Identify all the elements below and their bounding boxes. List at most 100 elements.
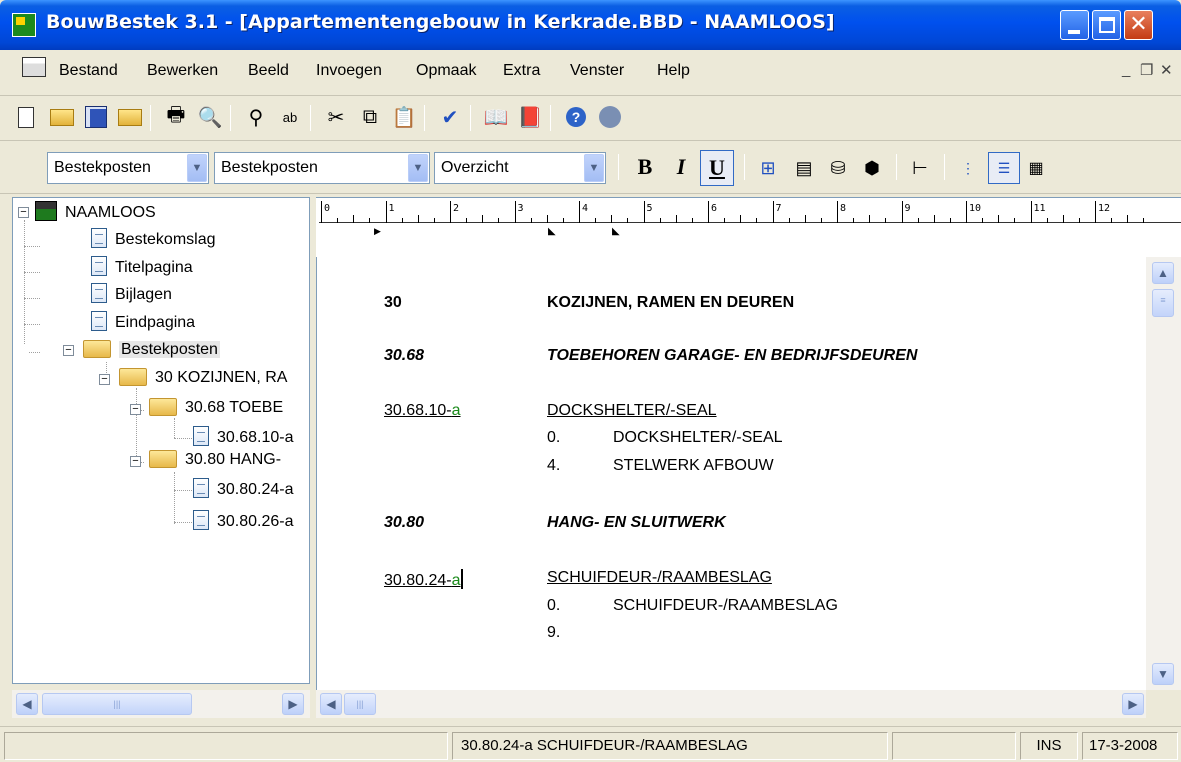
tree-item-30-80-24[interactable]: 30.80.24-a xyxy=(193,478,294,502)
scroll-thumb[interactable]: ≡ xyxy=(1152,289,1174,317)
collapse-icon[interactable]: − xyxy=(130,456,141,467)
menu-venster[interactable]: Venster xyxy=(570,62,624,80)
bold-button[interactable]: B xyxy=(628,150,662,186)
tree-item-30-80-26[interactable]: 30.80.26-a xyxy=(193,510,294,534)
replace-icon[interactable]: ab xyxy=(274,101,306,133)
tree-item-30-80[interactable]: 30.80 HANG- xyxy=(149,448,281,472)
new-icon[interactable] xyxy=(10,101,42,133)
close-button[interactable]: ✕ xyxy=(1124,10,1153,40)
line-text: STELWERK AFBOUW xyxy=(613,457,774,474)
insert-item-icon[interactable]: ⊞ xyxy=(752,152,784,184)
mdi-restore-icon[interactable]: ❐ xyxy=(1140,61,1153,79)
document-horizontal-scrollbar[interactable]: ◀ ||| ▶ xyxy=(316,690,1146,718)
ruler-minor-tick xyxy=(756,218,758,223)
open-icon[interactable] xyxy=(46,101,78,133)
tree-root[interactable]: NAAMLOOS xyxy=(35,201,156,225)
collapse-icon[interactable]: − xyxy=(18,207,29,218)
book-icon[interactable]: 📖 xyxy=(480,101,512,133)
project-icon xyxy=(35,201,57,221)
document-vertical-scrollbar[interactable]: ▲ ≡ ▼ xyxy=(1146,257,1181,690)
view-combo-3[interactable]: Overzicht ▼ xyxy=(434,152,606,184)
indent-marker-icon[interactable]: ▶ xyxy=(374,226,381,237)
scroll-left-icon[interactable]: ◀ xyxy=(320,693,342,715)
tree-horizontal-scrollbar[interactable]: ◀ ||| ▶ xyxy=(12,690,310,718)
tree-item-bestekomslag[interactable]: Bestekomslag xyxy=(91,228,216,252)
tree-item-eindpagina[interactable]: Eindpagina xyxy=(91,311,195,335)
paste-icon[interactable]: 📋 xyxy=(388,101,420,133)
collapse-icon[interactable]: − xyxy=(63,345,74,356)
scroll-right-icon[interactable]: ▶ xyxy=(282,693,304,715)
tab-marker-icon[interactable]: ◣ xyxy=(612,226,620,237)
scroll-left-icon[interactable]: ◀ xyxy=(16,693,38,715)
title-bar[interactable]: BouwBestek 3.1 - [Appartementengebouw in… xyxy=(0,0,1181,50)
line-number: 4. xyxy=(547,457,561,474)
document-area[interactable]: 30 KOZIJNEN, RAMEN EN DEUREN 30.68 TOEBE… xyxy=(316,257,1146,690)
tree-item-30-68[interactable]: 30.68 TOEBE xyxy=(149,396,283,420)
italic-button[interactable]: I xyxy=(664,150,698,186)
book2-icon[interactable]: 📕 xyxy=(514,101,546,133)
scroll-thumb[interactable]: ||| xyxy=(344,693,376,715)
underline-button[interactable]: U xyxy=(700,150,734,186)
scroll-down-icon[interactable]: ▼ xyxy=(1152,663,1174,685)
tree-label: Bijlagen xyxy=(115,286,172,303)
open-folder-icon[interactable] xyxy=(114,101,146,133)
scroll-right-icon[interactable]: ▶ xyxy=(1122,693,1144,715)
list-view-icon[interactable]: ☰ xyxy=(988,152,1020,184)
collapse-icon[interactable]: − xyxy=(130,404,141,415)
cut-icon[interactable]: ✂ xyxy=(320,101,352,133)
toolbar-separator xyxy=(230,105,231,131)
toolbar-separator xyxy=(944,154,945,180)
grid-view-icon[interactable]: ▦ xyxy=(1020,152,1052,184)
tree-view-icon[interactable]: ⊢ xyxy=(904,152,936,184)
item-suffix: a xyxy=(451,402,461,419)
menu-bestand[interactable]: Bestand xyxy=(59,62,118,80)
menu-invoegen[interactable]: Invoegen xyxy=(316,62,382,80)
chevron-down-icon[interactable]: ▼ xyxy=(408,154,428,182)
app-icon xyxy=(12,13,36,37)
document-view-icon[interactable]: ▤ xyxy=(788,152,820,184)
document-icon[interactable] xyxy=(22,57,46,77)
mdi-minimize-icon[interactable]: _ xyxy=(1122,61,1130,78)
menu-extra[interactable]: Extra xyxy=(503,62,540,80)
ruler-minor-tick xyxy=(417,215,419,223)
ruler-number: 0 xyxy=(324,203,331,214)
ruler-number: 12 xyxy=(1098,203,1111,214)
copy-icon[interactable]: ⧉ xyxy=(354,101,386,133)
line-text: SCHUIFDEUR-/RAAMBESLAG xyxy=(613,597,838,614)
scroll-thumb[interactable]: ||| xyxy=(42,693,192,715)
help-icon[interactable]: ? xyxy=(560,101,592,133)
view-combo-2[interactable]: Bestekposten ▼ xyxy=(214,152,430,184)
menu-help[interactable]: Help xyxy=(657,62,690,80)
menu-opmaak[interactable]: Opmaak xyxy=(416,62,476,80)
chevron-down-icon[interactable]: ▼ xyxy=(187,154,207,182)
help2-icon[interactable] xyxy=(594,101,626,133)
item-code[interactable]: 30.68.10-a xyxy=(384,402,461,420)
minimize-button[interactable] xyxy=(1060,10,1089,40)
item-code[interactable]: 30.80.24-a xyxy=(384,569,463,590)
view-combo-1[interactable]: Bestekposten ▼ xyxy=(47,152,209,184)
spellcheck-icon[interactable]: ✔ xyxy=(434,101,466,133)
maximize-button[interactable] xyxy=(1092,10,1121,40)
tree-item-bijlagen[interactable]: Bijlagen xyxy=(91,283,172,307)
database-icon[interactable]: ⛁ xyxy=(822,152,854,184)
ruler-minor-tick xyxy=(1111,218,1113,223)
tree-item-bestekposten[interactable]: Bestekposten xyxy=(83,338,220,362)
menu-bewerken[interactable]: Bewerken xyxy=(147,62,218,80)
menu-beeld[interactable]: Beeld xyxy=(248,62,289,80)
outline-icon[interactable]: ⋮ xyxy=(952,152,984,184)
save-icon[interactable] xyxy=(80,101,112,133)
bp-icon[interactable]: ⬢ xyxy=(856,152,888,184)
find-icon[interactable]: ⚲ xyxy=(240,101,272,133)
collapse-icon[interactable]: − xyxy=(99,374,110,385)
print-preview-icon[interactable]: 🔍 xyxy=(194,101,226,133)
print-icon[interactable]: 🖶 xyxy=(160,101,192,133)
tab-marker-icon[interactable]: ◣ xyxy=(548,226,556,237)
tree-label: 30.80 HANG- xyxy=(185,451,282,468)
tree-item-titelpagina[interactable]: Titelpagina xyxy=(91,256,193,280)
chevron-down-icon[interactable]: ▼ xyxy=(584,154,604,182)
mdi-close-icon[interactable]: ✕ xyxy=(1160,61,1173,79)
scroll-up-icon[interactable]: ▲ xyxy=(1152,262,1174,284)
document-icon xyxy=(91,228,107,248)
tree-item-30-68-10[interactable]: 30.68.10-a xyxy=(193,426,294,450)
tree-item-30[interactable]: 30 KOZIJNEN, RA xyxy=(119,366,287,390)
